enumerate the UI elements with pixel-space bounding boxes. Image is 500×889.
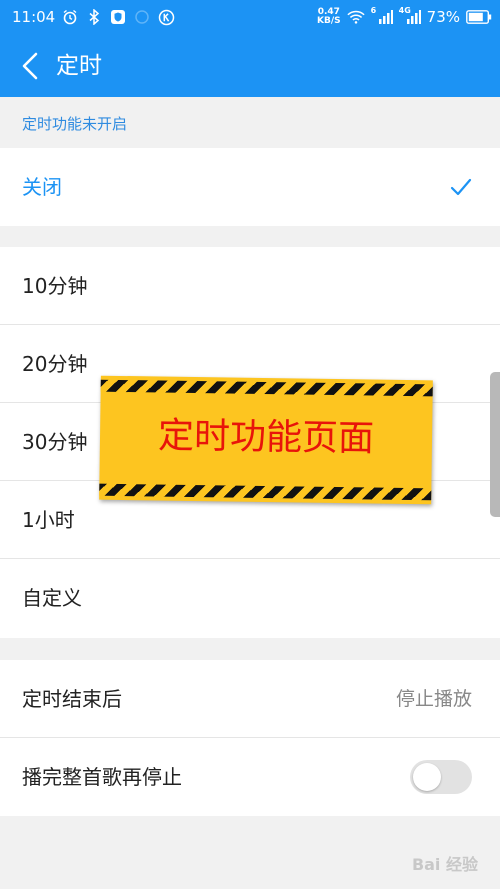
status-right: 0.47 KB/S 6 4G 73% <box>317 6 492 26</box>
signal-sim1-label: 6 <box>370 6 377 15</box>
option-off-label: 关闭 <box>22 175 62 199</box>
app-circle-icon <box>133 8 151 26</box>
annotation-banner: 定时功能页面 <box>99 375 433 505</box>
finish-song-label: 播完整首歌再停止 <box>22 765 182 789</box>
signal-icon-sim2: 4G <box>398 6 421 26</box>
toggle-knob <box>413 763 441 791</box>
app-bar: 定时 <box>0 36 500 97</box>
timer-settings-group: 定时结束后 停止播放 播完整首歌再停止 <box>0 660 500 816</box>
alarm-icon <box>61 8 79 26</box>
option-10-minutes[interactable]: 10分钟 <box>0 247 500 325</box>
option-off[interactable]: 关闭 <box>0 148 500 226</box>
option-label: 20分钟 <box>22 352 88 376</box>
option-label: 10分钟 <box>22 274 88 298</box>
finish-song-toggle[interactable] <box>410 760 472 794</box>
status-bar: 11:04 0.47 KB/S 6 4G 73% <box>0 0 500 36</box>
battery-icon <box>466 8 492 26</box>
network-speed-unit: KB/S <box>317 16 341 26</box>
checkmark-icon <box>450 178 472 196</box>
status-time: 11:04 <box>12 8 56 26</box>
hazard-stripe-bottom <box>99 483 432 501</box>
option-label: 1小时 <box>22 508 75 532</box>
battery-percent: 73% <box>426 8 460 26</box>
back-button[interactable] <box>10 46 50 86</box>
bluetooth-icon <box>85 8 103 26</box>
wifi-icon <box>347 8 365 26</box>
signal-icon-sim1: 6 <box>370 6 393 26</box>
signal-sim2-label: 4G <box>398 6 411 15</box>
baidu-watermark: Bai 经验 <box>411 855 478 874</box>
after-timer-label: 定时结束后 <box>22 687 122 711</box>
shield-icon <box>109 8 127 26</box>
page-title: 定时 <box>56 53 102 79</box>
network-speed: 0.47 KB/S <box>317 8 341 26</box>
timer-status-note: 定时功能未开启 <box>22 115 128 133</box>
hazard-stripe-top <box>100 379 433 397</box>
chevron-left-icon <box>22 52 38 80</box>
annotation-text: 定时功能页面 <box>157 415 375 460</box>
after-timer-setting[interactable]: 定时结束后 停止播放 <box>0 660 500 738</box>
edge-scroll-handle[interactable] <box>490 372 500 517</box>
option-label: 自定义 <box>22 586 82 610</box>
after-timer-value: 停止播放 <box>395 688 472 710</box>
off-option-group: 关闭 <box>0 148 500 226</box>
option-custom[interactable]: 自定义 <box>0 559 500 637</box>
app-header: 11:04 0.47 KB/S 6 4G 73% 定时 <box>0 0 500 97</box>
finish-song-setting: 播完整首歌再停止 <box>0 738 500 816</box>
option-label: 30分钟 <box>22 430 88 454</box>
k-app-icon <box>157 8 175 26</box>
status-left: 11:04 <box>12 8 175 26</box>
